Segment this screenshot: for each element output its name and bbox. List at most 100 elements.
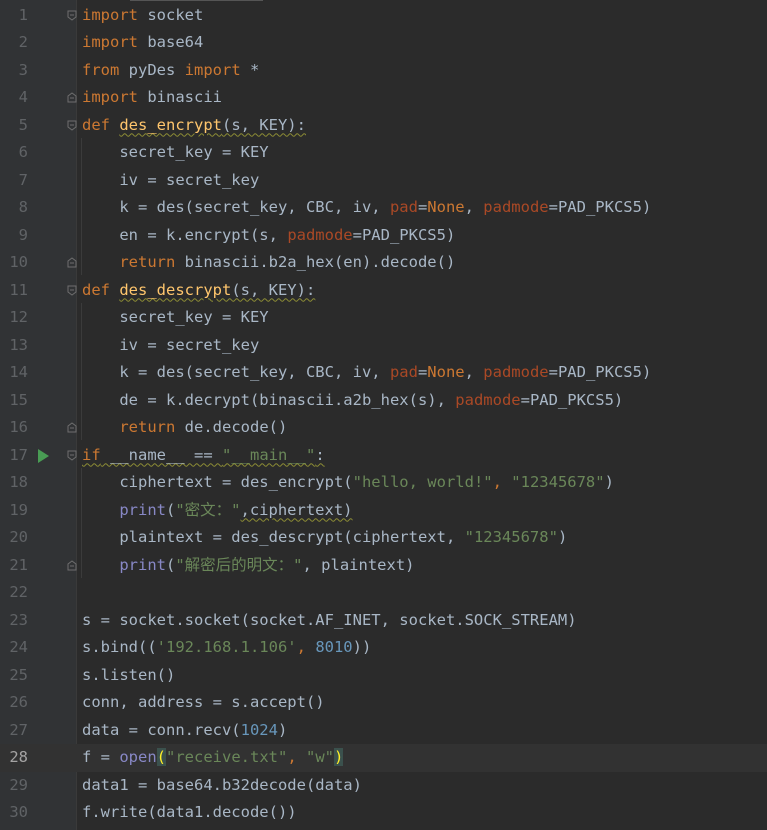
fold-marker-icon[interactable]: [67, 10, 77, 21]
line-number[interactable]: 14: [0, 359, 28, 387]
code-text[interactable]: def des_encrypt(s, KEY):: [82, 112, 306, 140]
line-number[interactable]: 9: [0, 222, 28, 250]
code-text[interactable]: f = open("receive.txt", "w"): [82, 744, 344, 772]
code-editor[interactable]: 1 import socket 2 import base64 3 from pyDes …: [0, 0, 767, 830]
line-number[interactable]: 15: [0, 387, 28, 415]
line-number[interactable]: 21: [0, 552, 28, 580]
line-number[interactable]: 23: [0, 607, 28, 635]
code-text[interactable]: def des_descrypt(s, KEY):: [82, 277, 315, 305]
fold-marker-icon[interactable]: [67, 559, 77, 571]
line-number[interactable]: 30: [0, 799, 28, 827]
line-number[interactable]: 25: [0, 662, 28, 690]
code-text[interactable]: secret_key = KEY: [82, 139, 268, 167]
code-line[interactable]: 3 from pyDes import *: [0, 57, 767, 85]
fold-marker-icon[interactable]: [67, 120, 77, 131]
code-line[interactable]: 29 data1 = base64.b32decode(data): [0, 772, 767, 800]
line-number[interactable]: 6: [0, 139, 28, 167]
line-number[interactable]: 20: [0, 524, 28, 552]
line-number[interactable]: 26: [0, 689, 28, 717]
code-text[interactable]: import socket: [82, 2, 203, 30]
code-text[interactable]: de = k.decrypt(binascii.a2b_hex(s), padm…: [82, 387, 623, 415]
code-text[interactable]: plaintext = des_descrypt(ciphertext, "12…: [82, 524, 567, 552]
fold-marker-icon[interactable]: [67, 422, 77, 433]
code-line[interactable]: 30 f.write(data1.decode()): [0, 799, 767, 827]
line-number[interactable]: 12: [0, 304, 28, 332]
code-line[interactable]: 23 s = socket.socket(socket.AF_INET, sock…: [0, 607, 767, 635]
line-number[interactable]: 10: [0, 249, 28, 277]
code-text[interactable]: k = des(secret_key, CBC, iv, pad=None, p…: [82, 359, 651, 387]
code-line[interactable]: 1 import socket: [0, 2, 767, 30]
line-number[interactable]: 29: [0, 772, 28, 800]
code-line[interactable]: 2 import base64: [0, 29, 767, 57]
code-text[interactable]: iv = secret_key: [82, 332, 259, 360]
line-number[interactable]: 7: [0, 167, 28, 195]
code-text[interactable]: iv = secret_key: [82, 167, 259, 195]
line-number[interactable]: 27: [0, 717, 28, 745]
line-number[interactable]: 16: [0, 414, 28, 442]
code-line[interactable]: 14 k = des(secret_key, CBC, iv, pad=None…: [0, 359, 767, 387]
code-line[interactable]: 27 data = conn.recv(1024): [0, 717, 767, 745]
code-line[interactable]: 21 print("解密后的明文：", plaintext): [0, 552, 767, 580]
code-line[interactable]: 15 de = k.decrypt(binascii.a2b_hex(s), p…: [0, 387, 767, 415]
code-text[interactable]: return binascii.b2a_hex(en).decode(): [82, 249, 455, 277]
code-line[interactable]: 20 plaintext = des_descrypt(ciphertext, …: [0, 524, 767, 552]
code-text[interactable]: secret_key = KEY: [82, 304, 268, 332]
code-line[interactable]: 17 if __name__ == "__main__":: [0, 442, 767, 470]
code-text[interactable]: data = conn.recv(1024): [82, 717, 287, 745]
line-number[interactable]: 17: [0, 442, 28, 470]
line-number[interactable]: 13: [0, 332, 28, 360]
code-text[interactable]: s.listen(): [82, 662, 175, 690]
line-number[interactable]: 3: [0, 57, 28, 85]
code-line[interactable]: 9 en = k.encrypt(s, padmode=PAD_PKCS5): [0, 222, 767, 250]
fold-marker-icon[interactable]: [67, 92, 77, 103]
code-line[interactable]: 13 iv = secret_key: [0, 332, 767, 360]
code-line[interactable]: 7 iv = secret_key: [0, 167, 767, 195]
line-number[interactable]: 1: [0, 2, 28, 30]
code-text[interactable]: if __name__ == "__main__":: [82, 442, 325, 470]
line-number[interactable]: 4: [0, 84, 28, 112]
code-text[interactable]: f.write(data1.decode()): [82, 799, 297, 827]
line-number[interactable]: 18: [0, 469, 28, 497]
line-number[interactable]: 8: [0, 194, 28, 222]
code-text[interactable]: ciphertext = des_encrypt("hello, world!"…: [82, 469, 614, 497]
code-line[interactable]: 28 f = open("receive.txt", "w"): [0, 744, 767, 772]
code-text[interactable]: return de.decode(): [82, 414, 287, 442]
code-text[interactable]: conn, address = s.accept(): [82, 689, 325, 717]
code-line[interactable]: 5 def des_encrypt(s, KEY):: [0, 112, 767, 140]
code-token: de = k.decrypt(binascii.a2b_hex(s),: [82, 390, 456, 409]
code-line[interactable]: 4 import binascii: [0, 84, 767, 112]
line-number[interactable]: 28: [0, 744, 28, 772]
line-number[interactable]: 22: [0, 579, 28, 607]
code-text[interactable]: s.bind(('192.168.1.106', 8010)): [82, 634, 371, 662]
fold-marker-icon[interactable]: [67, 285, 77, 296]
code-line[interactable]: 24 s.bind(('192.168.1.106', 8010)): [0, 634, 767, 662]
code-line[interactable]: 25 s.listen(): [0, 662, 767, 690]
code-line[interactable]: 19 print("密文：",ciphertext): [0, 497, 767, 525]
code-line[interactable]: 10 return binascii.b2a_hex(en).decode(): [0, 249, 767, 277]
run-icon[interactable]: [38, 448, 49, 463]
line-number[interactable]: 2: [0, 29, 28, 57]
fold-marker-icon[interactable]: [67, 450, 77, 461]
code-text[interactable]: s = socket.socket(socket.AF_INET, socket…: [82, 607, 577, 635]
code-line[interactable]: 22: [0, 579, 767, 607]
code-text[interactable]: en = k.encrypt(s, padmode=PAD_PKCS5): [82, 222, 455, 250]
code-text[interactable]: k = des(secret_key, CBC, iv, pad=None, p…: [82, 194, 651, 222]
code-text[interactable]: from pyDes import *: [82, 57, 259, 85]
line-number[interactable]: 5: [0, 112, 28, 140]
line-number[interactable]: 24: [0, 634, 28, 662]
code-line[interactable]: 12 secret_key = KEY: [0, 304, 767, 332]
code-line[interactable]: 18 ciphertext = des_encrypt("hello, worl…: [0, 469, 767, 497]
code-line[interactable]: 8 k = des(secret_key, CBC, iv, pad=None,…: [0, 194, 767, 222]
code-text[interactable]: import base64: [82, 29, 203, 57]
code-line[interactable]: 26 conn, address = s.accept(): [0, 689, 767, 717]
code-line[interactable]: 11 def des_descrypt(s, KEY):: [0, 277, 767, 305]
line-number[interactable]: 11: [0, 277, 28, 305]
code-text[interactable]: import binascii: [82, 84, 222, 112]
code-text[interactable]: print("密文：",ciphertext): [82, 497, 352, 525]
code-line[interactable]: 16 return de.decode(): [0, 414, 767, 442]
fold-marker-icon[interactable]: [67, 257, 77, 268]
code-text[interactable]: data1 = base64.b32decode(data): [82, 772, 362, 800]
line-number[interactable]: 19: [0, 497, 28, 525]
code-line[interactable]: 6 secret_key = KEY: [0, 139, 767, 167]
code-text[interactable]: print("解密后的明文：", plaintext): [82, 552, 414, 580]
